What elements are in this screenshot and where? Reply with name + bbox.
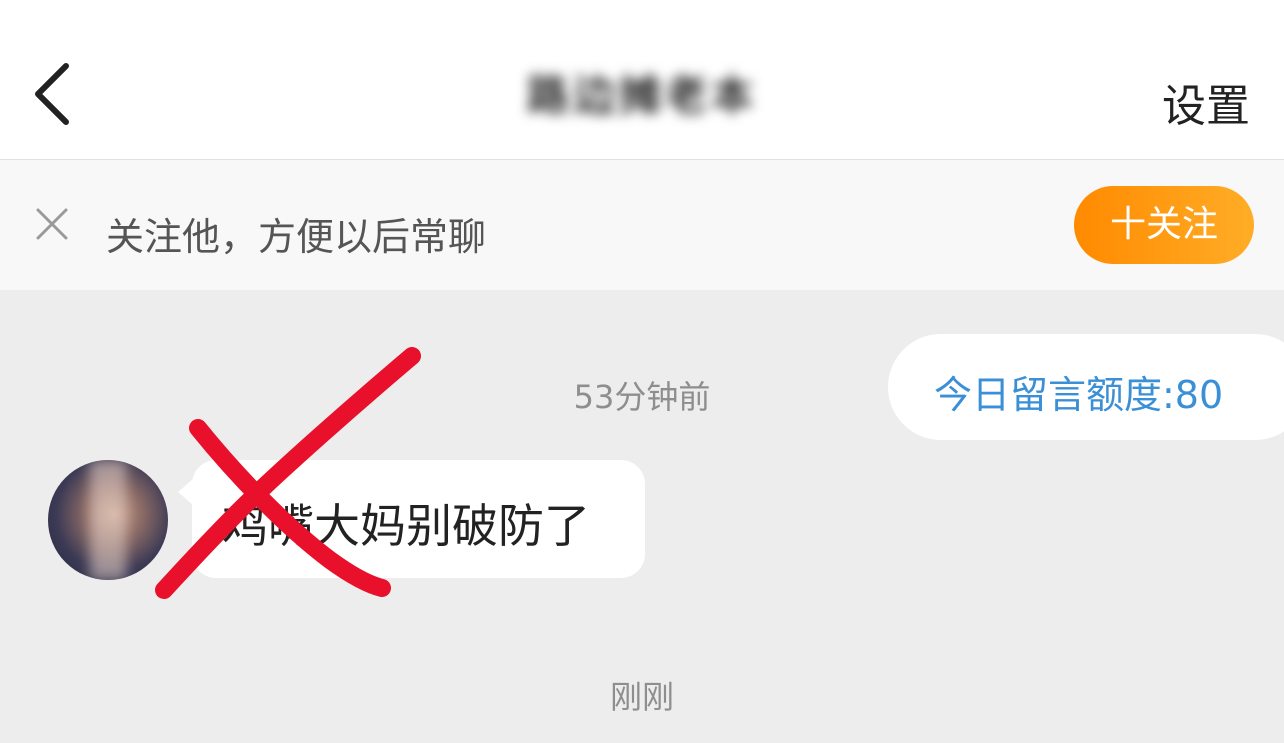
close-icon bbox=[36, 208, 68, 240]
follow-prompt-text: 关注他，方便以后常聊 bbox=[106, 215, 487, 259]
avatar-blur-mask bbox=[90, 460, 126, 580]
dismiss-follow-button[interactable] bbox=[34, 206, 70, 242]
timestamp: 刚刚 bbox=[609, 678, 674, 716]
top-nav-bar: 路边摊老本 设置 bbox=[0, 0, 1284, 160]
avatar[interactable] bbox=[48, 460, 168, 580]
timestamp: 53分钟前 bbox=[573, 378, 711, 416]
follow-button[interactable]: 十关注 bbox=[1074, 186, 1254, 264]
conversation-title: 路边摊老本 bbox=[526, 71, 757, 120]
settings-button[interactable]: 设置 bbox=[1162, 70, 1250, 134]
message-bubble[interactable]: 鸡嘴大妈别破防了 bbox=[192, 460, 645, 578]
message-text: 鸡嘴大妈别破防了 bbox=[222, 499, 590, 553]
